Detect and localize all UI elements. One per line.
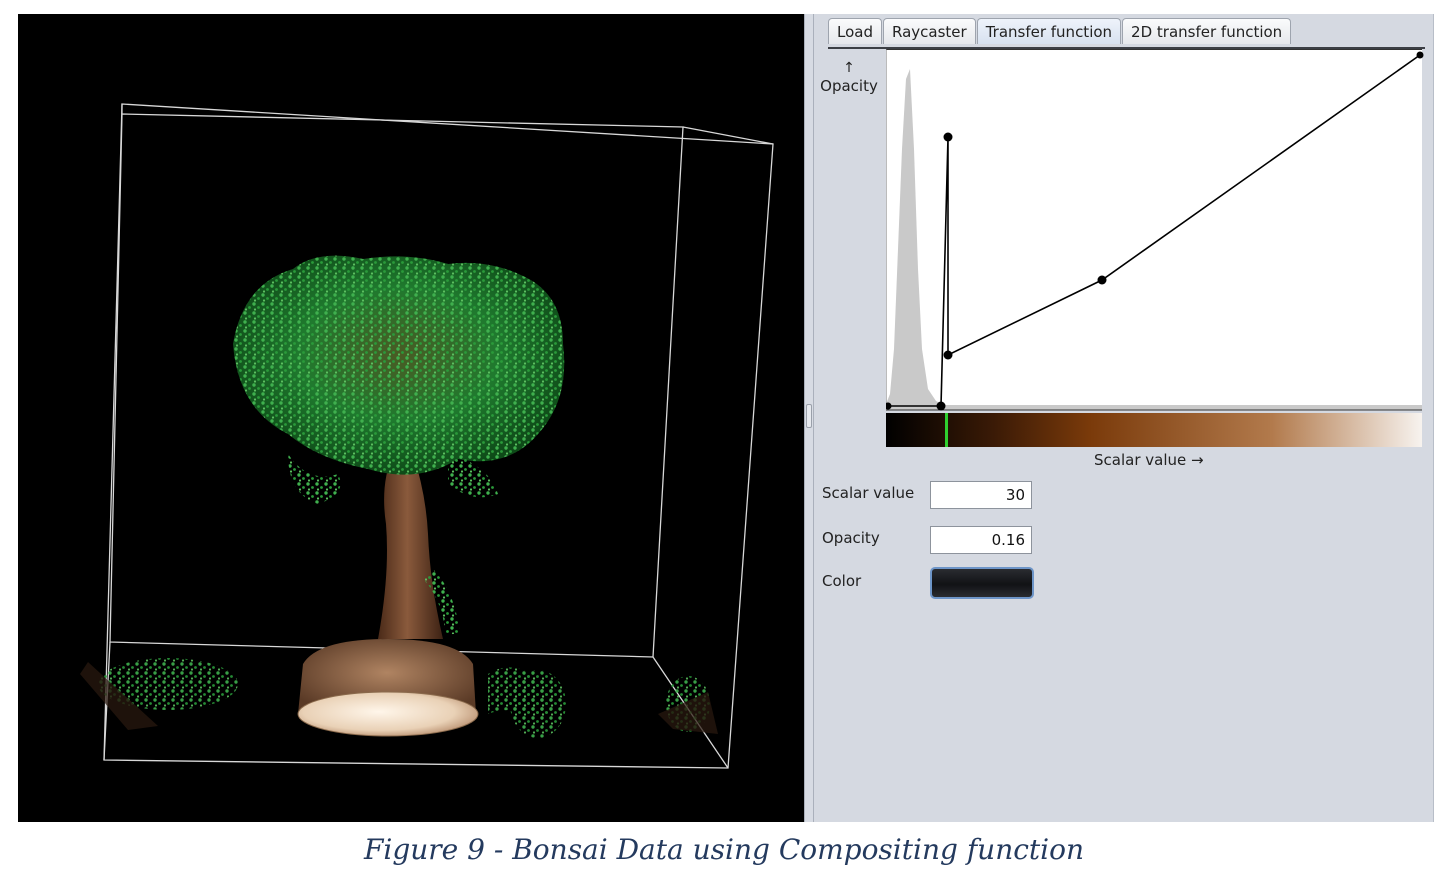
canopy-shape	[233, 255, 565, 504]
up-arrow-icon: ↑	[843, 60, 855, 76]
figure-caption: Figure 9 - Bonsai Data using Compositing…	[363, 833, 1085, 866]
opacity-label: Opacity	[822, 529, 880, 547]
scalar-value-input[interactable]	[930, 481, 1032, 509]
selected-point-marker	[945, 413, 948, 447]
control-point[interactable]	[1097, 275, 1107, 285]
control-point[interactable]	[943, 350, 953, 360]
volume-render-viewport[interactable]	[18, 14, 804, 822]
transfer-function-editor: ↑ Opacity Scalar value →	[814, 49, 1426, 489]
opacity-axis-label: Opacity	[820, 77, 878, 95]
opacity-row: Opacity	[822, 529, 880, 547]
scalar-value-label: Scalar value	[822, 484, 915, 502]
bonsai-volume-render	[80, 103, 774, 769]
tab-load[interactable]: Load	[828, 18, 882, 44]
color-picker-button[interactable]	[930, 567, 1034, 599]
scalar-value-axis-label: Scalar value →	[1094, 451, 1204, 469]
control-panel: Load Raycaster Transfer function 2D tran…	[814, 14, 1434, 822]
transfer-function-graph[interactable]	[886, 49, 1426, 459]
tab-raycaster[interactable]: Raycaster	[882, 18, 976, 44]
control-point[interactable]	[1416, 51, 1424, 59]
color-gradient-bar[interactable]	[886, 413, 1422, 447]
tab-transfer-function[interactable]: Transfer function	[976, 18, 1122, 44]
opacity-input[interactable]	[930, 526, 1032, 554]
scalar-value-row: Scalar value	[822, 484, 914, 502]
control-point[interactable]	[943, 132, 953, 142]
divider-grip[interactable]	[806, 404, 812, 428]
tab-2d-transfer-function[interactable]: 2D transfer function	[1122, 18, 1292, 44]
color-label: Color	[822, 572, 862, 590]
y-axis-label: ↑ Opacity	[814, 59, 884, 95]
trunk-shape	[378, 454, 443, 639]
pot-shape	[297, 639, 479, 737]
graph-background	[886, 49, 1422, 410]
split-pane-divider[interactable]	[804, 14, 814, 822]
tab-bar: Load Raycaster Transfer function 2D tran…	[828, 18, 1292, 46]
control-point[interactable]	[936, 401, 946, 411]
color-row: Color	[822, 572, 861, 590]
application-window: Load Raycaster Transfer function 2D tran…	[18, 14, 1434, 822]
